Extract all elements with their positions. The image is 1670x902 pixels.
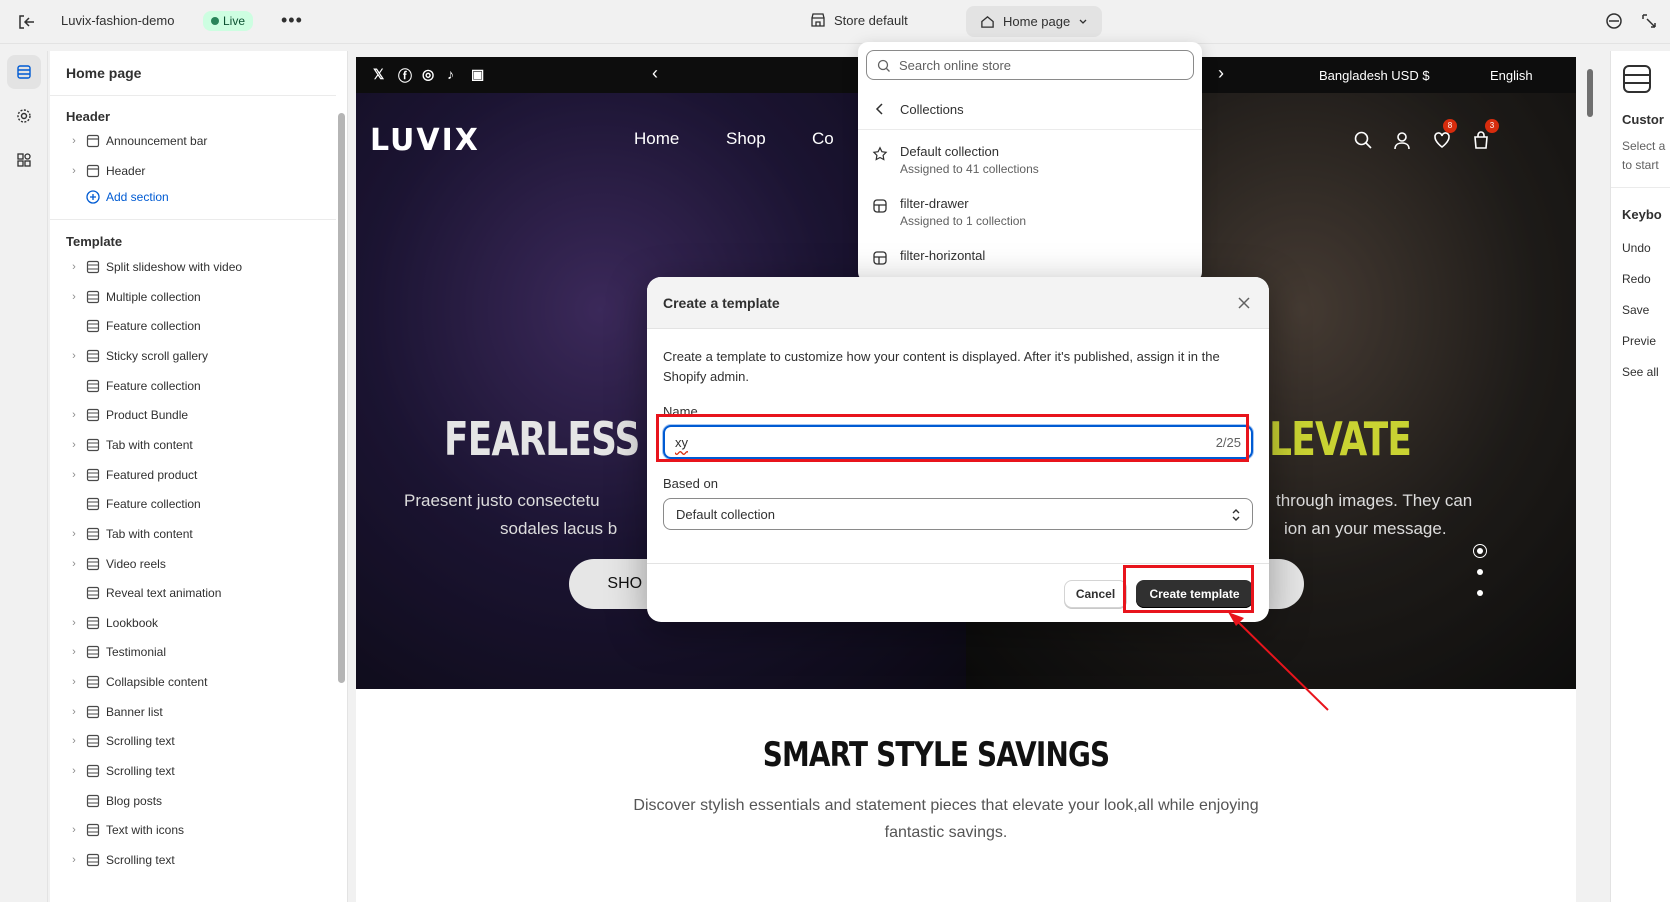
pointer-arrow-icon (1228, 612, 1329, 711)
